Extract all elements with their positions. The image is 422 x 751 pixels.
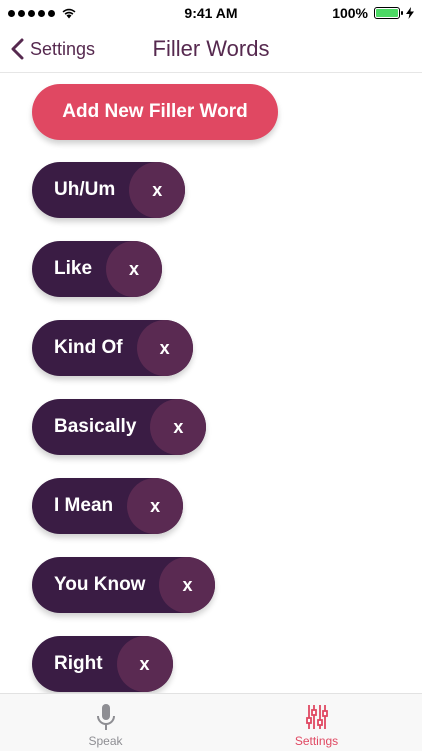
remove-filler-word-button[interactable]: x	[127, 478, 184, 534]
remove-filler-word-button[interactable]: x	[136, 320, 193, 376]
status-bar: 9:41 AM 100%	[0, 0, 422, 26]
filler-word-chip: Right x	[32, 636, 173, 692]
tab-speak[interactable]: Speak	[0, 694, 211, 751]
filler-word-label: Right	[54, 653, 103, 674]
sliders-icon	[305, 705, 328, 729]
filler-word-label: Basically	[54, 416, 137, 437]
filler-word-chip: Kind Of x	[32, 320, 193, 376]
filler-word-label: Uh/Um	[54, 179, 116, 200]
add-filler-word-button[interactable]: Add New Filler Word	[32, 84, 278, 140]
filler-word-chip: I Mean x	[32, 478, 184, 534]
tab-speak-label: Speak	[88, 734, 123, 748]
filler-word-chip: You Know x	[32, 557, 216, 613]
remove-filler-word-button[interactable]: x	[159, 557, 216, 613]
microphone-icon	[96, 704, 115, 730]
filler-word-label: Like	[54, 258, 93, 279]
status-time: 9:41 AM	[184, 5, 238, 21]
filler-word-label: I Mean	[54, 495, 114, 516]
tab-bar: Speak Settings	[0, 693, 422, 751]
remove-filler-word-button[interactable]: x	[150, 399, 207, 455]
battery-icon	[374, 7, 403, 19]
filler-word-chip: Basically x	[32, 399, 207, 455]
tab-settings-label: Settings	[294, 734, 339, 748]
remove-filler-word-button[interactable]: x	[129, 162, 186, 218]
page-title: Filler Words	[152, 36, 270, 61]
remove-filler-word-button[interactable]: x	[116, 636, 173, 692]
filler-words-list: Add New Filler Word Uh/Um x Like x Kind …	[32, 84, 278, 715]
remove-filler-word-button[interactable]: x	[106, 241, 163, 297]
filler-word-chip: Like x	[32, 241, 163, 297]
filler-word-label: You Know	[54, 574, 146, 595]
filler-word-chip: Uh/Um x	[32, 162, 186, 218]
filler-word-label: Kind Of	[54, 337, 123, 358]
tab-settings[interactable]: Settings	[211, 694, 422, 751]
navigation-bar: Settings Filler Words	[0, 26, 422, 73]
